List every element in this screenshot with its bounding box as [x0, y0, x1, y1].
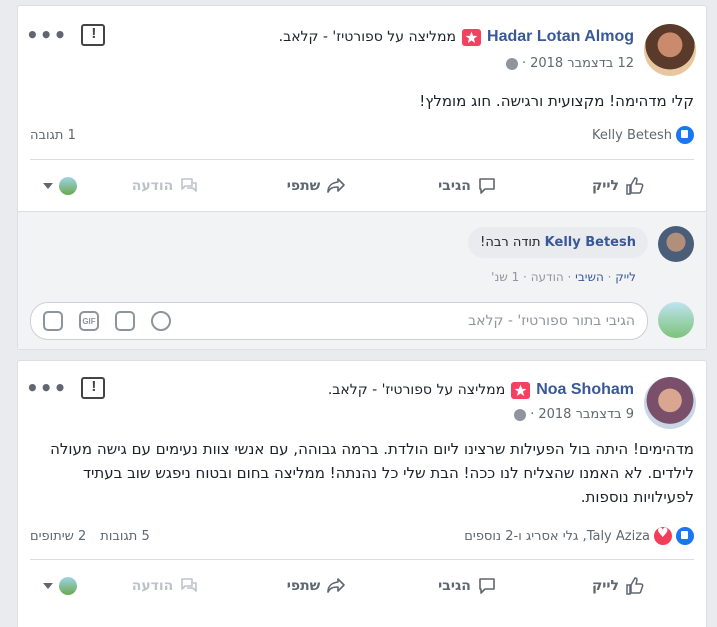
like-reaction-icon	[676, 126, 694, 144]
post-meta: 12 בדצמבר 2018 ·	[505, 56, 634, 71]
love-reaction-icon	[654, 526, 672, 545]
globe-icon	[514, 408, 527, 421]
audience-selector[interactable]	[30, 177, 90, 195]
like-reaction-icon	[676, 527, 694, 545]
messenger-icon	[181, 178, 198, 192]
globe-icon	[505, 57, 518, 70]
divider	[30, 559, 694, 560]
post-date[interactable]: 12 בדצמבר 2018	[530, 56, 634, 71]
comment-count[interactable]: 1 תגובה	[30, 128, 76, 143]
comment-message-link[interactable]: הודעה	[531, 270, 564, 284]
post-options: •••	[26, 377, 106, 399]
comments-section: Kelly Betesh תודה רבה! לייק · השיבי · הו…	[18, 211, 706, 349]
post-stats: Taly Aziza, גלי אסריג ו-2 נוספים 5 תגובו…	[30, 526, 694, 545]
comment-placeholder: הגיבי בתור ספורטיז' - קלאב	[468, 313, 635, 329]
chevron-down-icon	[43, 183, 53, 189]
more-dots-icon[interactable]: •••	[26, 25, 67, 45]
more-dots-icon[interactable]: •••	[26, 378, 67, 398]
comment-button[interactable]: הגיבי	[392, 176, 543, 196]
action-bar: לייק הגיבי שתפי הודעה	[30, 166, 694, 206]
report-icon[interactable]	[81, 377, 106, 399]
share-button[interactable]: שתפי	[241, 176, 392, 196]
thumbs-up-icon	[626, 177, 644, 195]
audience-selector[interactable]	[30, 577, 90, 595]
reactors-text: Kelly Betesh	[592, 127, 672, 143]
post-header: Hadar Lotan Almog ממליצה על ספורטיז' - ק…	[279, 28, 634, 46]
share-arrow-icon	[327, 178, 346, 193]
post-meta: 9 בדצמבר 2018 ·	[514, 407, 634, 422]
chevron-down-icon	[43, 583, 53, 589]
comment-actions: לייק · השיבי · הודעה · 1 שנ'	[491, 270, 636, 284]
emoji-icon[interactable]	[151, 311, 171, 331]
page-avatar	[59, 577, 77, 595]
gif-icon[interactable]: GIF	[79, 311, 99, 331]
comment-bubble: Kelly Betesh תודה רבה!	[468, 227, 648, 258]
recommendation-star-icon	[511, 381, 531, 399]
comment-count[interactable]: 5 תגובות	[100, 529, 149, 544]
author-name[interactable]: Hadar Lotan Almog	[487, 28, 634, 46]
reactions-summary[interactable]: Kelly Betesh	[592, 126, 694, 144]
comment-like-link[interactable]: לייק	[615, 270, 636, 284]
post-body: קלי מדהימה! מקצועית ורגישה. חוג מומלץ!	[419, 92, 694, 110]
page-avatar	[59, 177, 77, 195]
comment-text: תודה רבה!	[480, 235, 541, 250]
comment-button[interactable]: הגיבי	[392, 576, 543, 596]
comment-tools: GIF	[43, 311, 171, 331]
recommendation-star-icon	[462, 28, 482, 46]
recommendation-text[interactable]: ממליצה על ספורטיז' - קלאב.	[328, 382, 505, 398]
post-body: מדהימים! היתה בול הפעילות שרצינו ליום הו…	[50, 440, 694, 506]
reactions-summary[interactable]: Taly Aziza, גלי אסריג ו-2 נוספים	[464, 526, 694, 545]
camera-icon[interactable]	[115, 311, 135, 331]
post-card: Noa Shoham ממליצה על ספורטיז' - קלאב. 9 …	[17, 360, 707, 627]
author-avatar[interactable]	[644, 24, 696, 76]
reactors-text: Taly Aziza, גלי אסריג ו-2 נוספים	[464, 528, 650, 544]
post-stats: Kelly Betesh 1 תגובה	[30, 126, 694, 144]
page-avatar	[658, 302, 694, 338]
action-bar: לייק הגיבי שתפי הודעה	[30, 566, 694, 606]
share-arrow-icon	[327, 578, 346, 593]
post-date[interactable]: 9 בדצמבר 2018	[538, 407, 634, 422]
thumbs-up-icon	[626, 577, 644, 595]
post-header: Noa Shoham ממליצה על ספורטיז' - קלאב.	[328, 381, 634, 399]
author-name[interactable]: Noa Shoham	[536, 381, 634, 399]
message-button[interactable]: הודעה	[90, 576, 241, 596]
author-avatar[interactable]	[644, 377, 696, 429]
share-button[interactable]: שתפי	[241, 576, 392, 596]
like-button[interactable]: לייק	[543, 576, 694, 596]
divider	[30, 159, 694, 160]
share-count[interactable]: 2 שיתופים	[30, 529, 86, 544]
commenter-name[interactable]: Kelly Betesh	[545, 235, 636, 250]
messenger-icon	[181, 578, 198, 592]
like-button[interactable]: לייק	[543, 176, 694, 196]
sticker-icon[interactable]	[43, 311, 63, 331]
comment-input[interactable]: הגיבי בתור ספורטיז' - קלאב GIF	[30, 302, 648, 340]
message-button[interactable]: הודעה	[90, 176, 241, 196]
comment-reply-link[interactable]: השיבי	[575, 270, 604, 284]
report-icon[interactable]	[81, 24, 106, 46]
comment-bubble-icon	[479, 178, 495, 194]
comment-bubble-icon	[479, 578, 495, 594]
comment-time[interactable]: 1 שנ'	[491, 270, 519, 284]
commenter-avatar[interactable]	[658, 226, 694, 262]
post-card: Hadar Lotan Almog ממליצה על ספורטיז' - ק…	[17, 5, 707, 350]
post-options: •••	[26, 24, 106, 46]
recommendation-text[interactable]: ממליצה על ספורטיז' - קלאב.	[279, 29, 456, 45]
